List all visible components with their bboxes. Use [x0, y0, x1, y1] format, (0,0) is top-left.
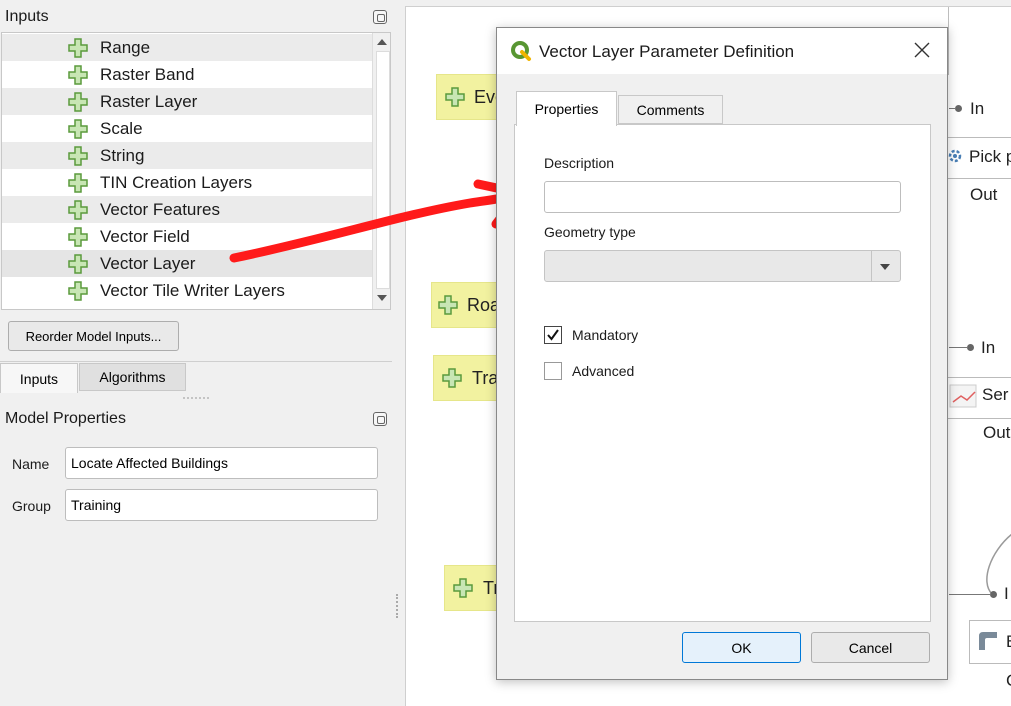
list-scrollbar[interactable]: [372, 33, 390, 309]
list-item-label: Scale: [100, 119, 143, 138]
plus-icon: [68, 281, 88, 301]
port-in-label: In: [981, 338, 996, 357]
list-item-label: Raster Band: [100, 65, 195, 84]
list-item[interactable]: Raster Layer: [2, 88, 372, 115]
dialog-titlebar[interactable]: Vector Layer Parameter Definition: [497, 28, 947, 74]
advanced-checkbox[interactable]: [544, 362, 562, 380]
parameter-dialog: Vector Layer Parameter Definition Proper…: [496, 27, 948, 680]
splitter-handle[interactable]: [396, 594, 400, 618]
checkmark-icon: [547, 329, 559, 341]
list-item[interactable]: TIN Creation Layers: [2, 169, 372, 196]
model-name-field[interactable]: Locate Affected Buildings: [65, 447, 378, 479]
plus-icon: [68, 38, 88, 58]
qgis-logo-icon: [511, 41, 531, 61]
geometry-type-select[interactable]: [544, 250, 901, 282]
model-properties-title: Model Properties: [5, 410, 126, 427]
mandatory-checkbox[interactable]: [544, 326, 562, 344]
plus-icon: [68, 92, 88, 112]
model-group-field[interactable]: Training: [65, 489, 378, 521]
node-label: Tra: [472, 368, 499, 388]
list-item-label: Vector Features: [100, 200, 221, 219]
tab-properties[interactable]: Properties: [516, 91, 617, 126]
list-item[interactable]: Vector Field: [2, 223, 372, 250]
description-label: Description: [544, 155, 615, 171]
list-item-label: Vector Tile Writer Layers: [100, 281, 285, 300]
port-c-label: C: [1006, 671, 1011, 691]
raster-icon: [949, 384, 977, 408]
scroll-thumb[interactable]: [376, 51, 390, 289]
list-item-label: Range: [100, 38, 151, 57]
scroll-down-icon[interactable]: [377, 295, 387, 301]
edge-line: [948, 7, 949, 75]
undock-icon[interactable]: [373, 10, 387, 24]
edge-line: [949, 594, 991, 595]
inputs-list: Range Raster Band Raster Layer Scale Str…: [1, 32, 391, 310]
divider: [0, 361, 392, 362]
list-item-label: Raster Layer: [100, 92, 198, 111]
port-out-label: Out: [983, 423, 1011, 442]
list-item[interactable]: Vector Layer: [2, 250, 372, 277]
plus-icon: [442, 368, 462, 388]
list-item-label: Vector Layer: [100, 254, 196, 273]
close-icon[interactable]: [914, 42, 930, 58]
group-label: Group: [12, 498, 51, 514]
undock-icon[interactable]: [373, 412, 387, 426]
plus-icon: [68, 146, 88, 166]
tab-algorithms[interactable]: Algorithms: [79, 363, 186, 391]
reorder-inputs-button[interactable]: Reorder Model Inputs...: [8, 321, 179, 351]
list-item[interactable]: Vector Features: [2, 196, 372, 223]
list-item[interactable]: Scale: [2, 115, 372, 142]
plus-icon: [68, 200, 88, 220]
chevron-down-icon: [880, 264, 890, 270]
list-item-label: Vector Field: [100, 227, 190, 246]
input-port[interactable]: [967, 344, 974, 351]
port-in-label: In: [970, 99, 985, 118]
name-label: Name: [12, 456, 50, 472]
list-item[interactable]: Raster Band: [2, 61, 372, 88]
plus-icon: [438, 295, 458, 315]
plus-icon: [68, 173, 88, 193]
plus-icon: [68, 119, 88, 139]
edge-line: [949, 347, 968, 348]
plus-icon: [68, 65, 88, 85]
scroll-up-icon[interactable]: [377, 39, 387, 45]
dialog-title: Vector Layer Parameter Definition: [539, 42, 795, 61]
algorithm-label: B: [1006, 632, 1011, 652]
tab-comments[interactable]: Comments: [618, 95, 723, 124]
cancel-button[interactable]: Cancel: [811, 632, 930, 663]
advanced-label: Advanced: [572, 363, 635, 379]
algorithm-label: Pick p: [969, 147, 1011, 166]
list-item[interactable]: Vector Tile Writer Layers: [2, 277, 372, 304]
inputs-panel-title: Inputs: [5, 8, 49, 25]
port-i-label: I: [1004, 584, 1009, 603]
plus-icon: [68, 227, 88, 247]
input-port[interactable]: [990, 591, 997, 598]
algorithm-label: Ser: [982, 385, 1009, 404]
description-input[interactable]: [544, 181, 901, 213]
list-item-label: String: [100, 146, 145, 165]
mandatory-label: Mandatory: [572, 327, 639, 343]
list-item[interactable]: String: [2, 142, 372, 169]
tab-inputs[interactable]: Inputs: [0, 363, 78, 393]
input-port[interactable]: [955, 105, 962, 112]
list-item-label: TIN Creation Layers: [100, 173, 253, 192]
gear-icon: [948, 149, 962, 163]
buffer-icon: [979, 632, 997, 650]
plus-icon: [68, 254, 88, 274]
geometry-type-label: Geometry type: [544, 224, 636, 240]
left-dock: Inputs Range Raster Band Raster Layer Sc…: [0, 0, 398, 705]
plus-icon: [453, 578, 473, 598]
splitter-handle[interactable]: [183, 397, 209, 401]
ok-button[interactable]: OK: [682, 632, 801, 663]
divider: [871, 251, 872, 281]
port-out-label: Out: [970, 185, 998, 204]
plus-icon: [445, 87, 465, 107]
list-item[interactable]: Range: [2, 34, 372, 61]
edge-line: [949, 108, 956, 109]
properties-pane: Description Geometry type Mandatory Adva…: [514, 124, 931, 622]
